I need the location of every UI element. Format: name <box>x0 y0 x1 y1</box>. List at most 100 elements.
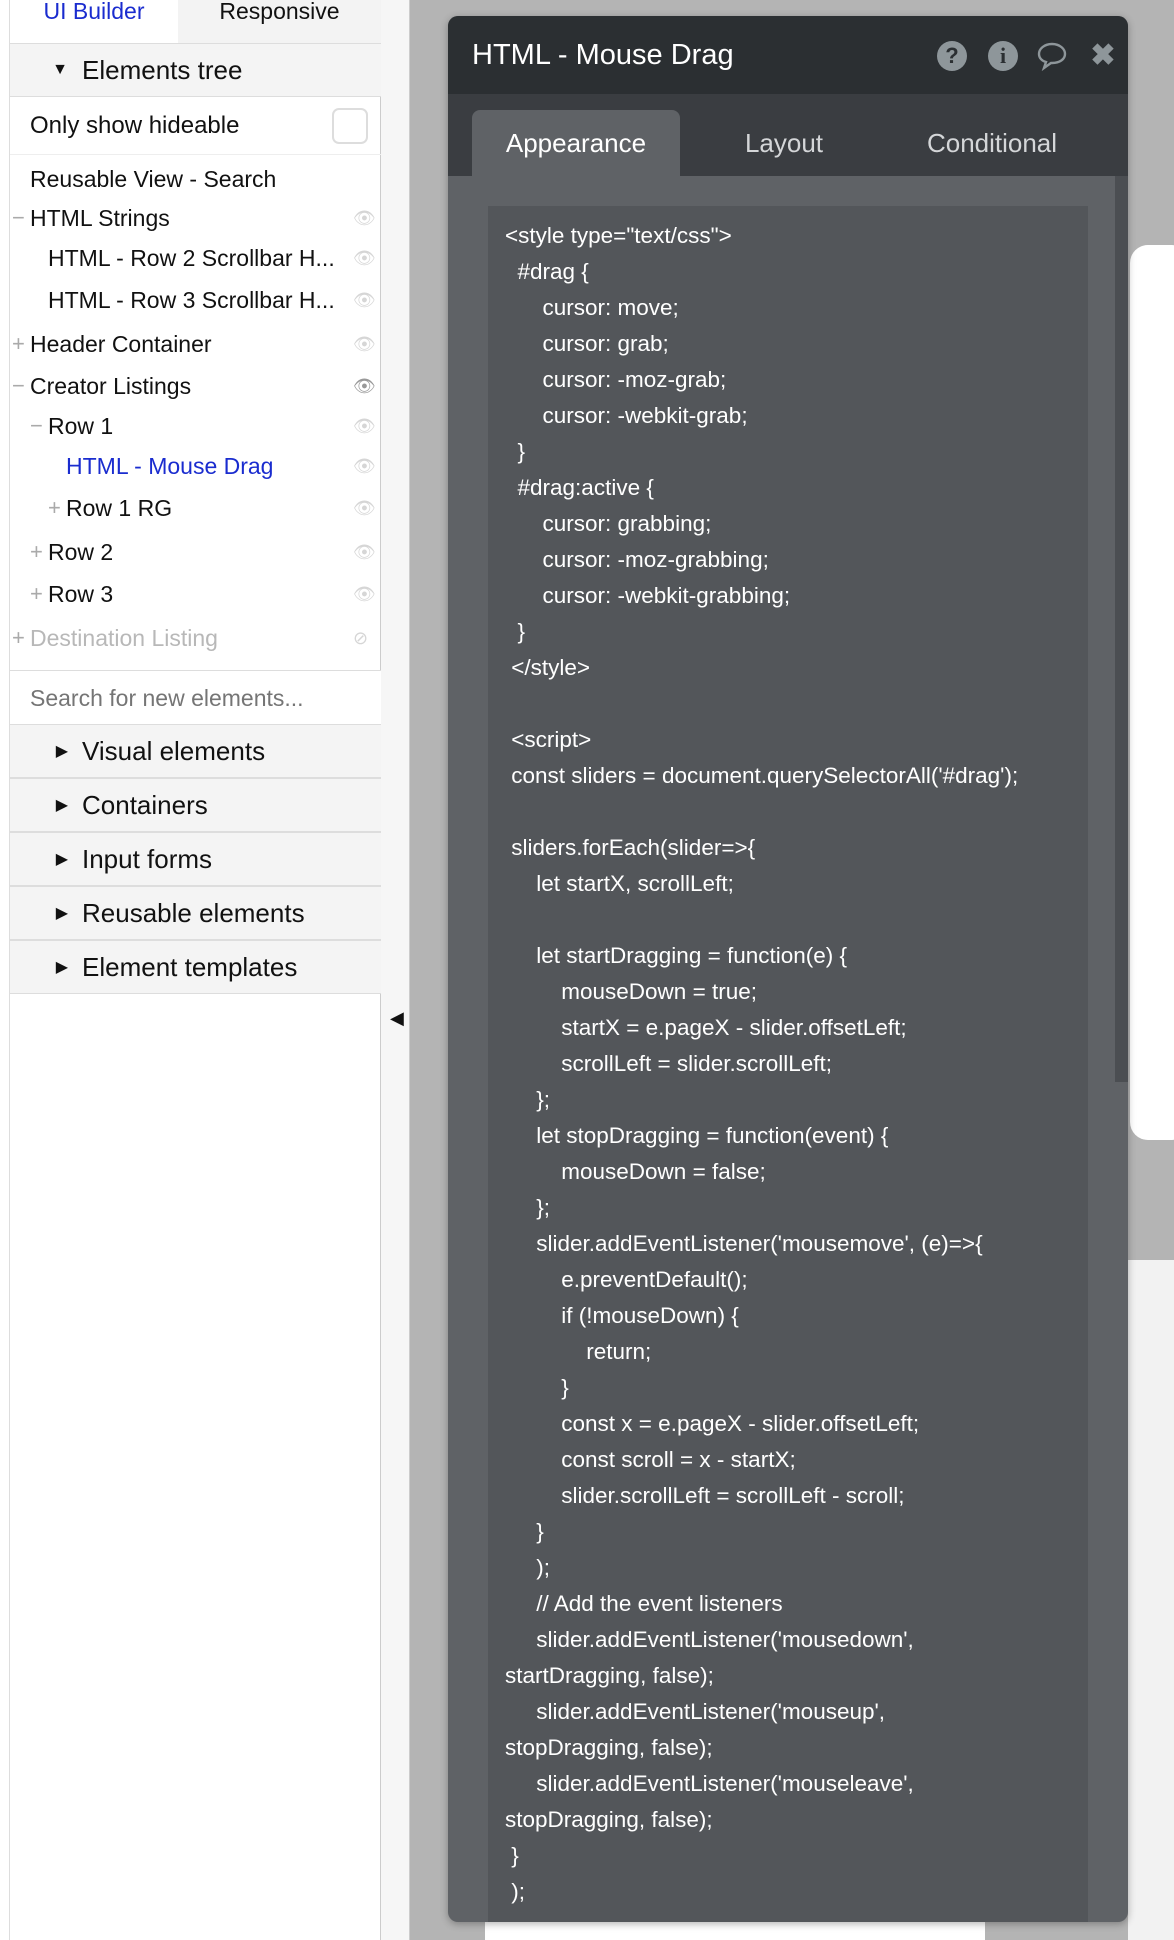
section-reusable-elements[interactable]: ▶ Reusable elements <box>10 886 381 940</box>
canvas-panel <box>1130 245 1174 1140</box>
tree-item-label: HTML - Row 3 Scrollbar H... <box>48 287 335 313</box>
tree-item[interactable]: + Row 2 👁 <box>10 533 381 571</box>
tab-responsive[interactable]: Responsive <box>178 0 381 43</box>
tree-item-label: Destination Listing <box>30 625 218 651</box>
tree-item[interactable]: + Row 1 RG 👁 <box>10 489 381 527</box>
info-icon[interactable]: i <box>988 41 1018 71</box>
code-line: slider.scrollLeft = scrollLeft - scroll; <box>505 1483 905 1508</box>
expand-icon[interactable]: + <box>30 575 43 613</box>
expand-icon[interactable]: + <box>12 325 25 363</box>
eye-icon[interactable]: 👁 <box>353 367 376 405</box>
tree-item[interactable]: + Header Container 👁 <box>10 325 381 363</box>
tab-layout[interactable]: Layout <box>680 110 888 176</box>
code-line: stopDragging, false); <box>505 1735 713 1760</box>
tree-item-label: Row 1 RG <box>66 495 173 521</box>
section-input-forms[interactable]: ▶ Input forms <box>10 832 381 886</box>
code-line: slider.addEventListener('mouseup', <box>505 1699 886 1724</box>
property-editor-header[interactable]: HTML - Mouse Drag ? i ✖ <box>448 16 1128 94</box>
only-show-hideable-row: Only show hideable <box>10 97 381 155</box>
tree-item[interactable]: Reusable View - Search <box>10 160 381 198</box>
tree-item[interactable]: − Row 1 👁 <box>10 407 381 445</box>
code-line: cursor: -webkit-grabbing; <box>505 583 791 608</box>
tree-item[interactable]: HTML - Mouse Drag 👁 <box>10 447 381 485</box>
tree-item[interactable]: − HTML Strings 👁 <box>10 199 381 237</box>
tree-item[interactable]: HTML - Row 2 Scrollbar H... 👁 <box>10 239 381 277</box>
code-line: cursor: -webkit-grab; <box>505 403 748 428</box>
code-line: stopDragging, false); <box>505 1807 713 1832</box>
code-line: slider.addEventListener('mouseleave', <box>505 1771 914 1796</box>
code-line: const sliders = document.querySelectorAl… <box>505 763 1019 788</box>
code-line: sliders.forEach(slider=>{ <box>505 835 756 860</box>
only-show-hideable-label: Only show hideable <box>30 112 240 139</box>
collapse-icon[interactable]: − <box>30 407 43 445</box>
caret-right-icon: ▶ <box>55 797 68 814</box>
tree-item-label: HTML - Row 2 Scrollbar H... <box>48 245 335 271</box>
code-line: <script> <box>505 727 592 752</box>
eye-icon[interactable]: 👁 <box>353 199 376 237</box>
eye-icon[interactable]: 👁 <box>353 575 376 613</box>
code-line: }; <box>505 1195 551 1220</box>
only-show-hideable-checkbox[interactable] <box>332 108 368 144</box>
section-label: Reusable elements <box>82 897 305 928</box>
code-line: let stopDragging = function(event) { <box>505 1123 889 1148</box>
caret-right-icon: ▶ <box>55 851 68 868</box>
tree-item[interactable]: + Row 3 👁 <box>10 575 381 613</box>
eye-icon[interactable]: 👁 <box>353 239 376 277</box>
code-line: cursor: -moz-grab; <box>505 367 727 392</box>
tab-appearance[interactable]: Appearance <box>472 110 680 176</box>
section-containers[interactable]: ▶ Containers <box>10 778 381 832</box>
close-icon[interactable]: ✖ <box>1088 41 1118 71</box>
property-editor-scrollbar[interactable] <box>1115 176 1128 1082</box>
section-element-templates[interactable]: ▶ Element templates <box>10 940 381 994</box>
tree-item[interactable]: − Creator Listings 👁 <box>10 367 381 405</box>
tab-ui-builder[interactable]: UI Builder <box>10 0 178 43</box>
eye-icon[interactable]: 👁 <box>353 407 376 445</box>
code-line: cursor: grabbing; <box>505 511 712 536</box>
expand-icon[interactable]: + <box>30 533 43 571</box>
tree-item-label: Row 3 <box>48 581 114 607</box>
property-editor-title: HTML - Mouse Drag <box>472 39 734 71</box>
expand-icon[interactable]: + <box>48 489 61 527</box>
tree-item[interactable]: HTML - Row 3 Scrollbar H... 👁 <box>10 281 381 319</box>
code-line: scrollLeft = slider.scrollLeft; <box>505 1051 832 1076</box>
section-label: Element templates <box>82 951 298 982</box>
eye-icon[interactable]: 👁 <box>353 489 376 527</box>
code-line: mouseDown = true; <box>505 979 757 1004</box>
comment-icon[interactable] <box>1036 41 1067 72</box>
collapse-icon[interactable]: − <box>12 367 25 405</box>
code-line: } <box>505 619 526 644</box>
elements-tree-header[interactable]: ▼ Elements tree <box>10 43 381 97</box>
collapse-panel-icon[interactable]: ◀ <box>390 1008 404 1029</box>
caret-down-icon: ▼ <box>52 61 68 78</box>
section-visual-elements[interactable]: ▶ Visual elements <box>10 724 381 778</box>
code-line: return; <box>505 1339 652 1364</box>
collapse-icon[interactable]: − <box>12 199 25 237</box>
tree-item-label: Row 1 <box>48 413 114 439</box>
help-icon[interactable]: ? <box>937 41 967 71</box>
code-line: let startX, scrollLeft; <box>505 871 734 896</box>
code-line: <style type="text/css"> <box>505 223 732 248</box>
html-code-editor[interactable]: <style type="text/css"> #drag { cursor: … <box>488 206 1088 1922</box>
expand-icon[interactable]: + <box>12 619 25 657</box>
code-line: #drag:active { <box>505 475 654 500</box>
code-line: const x = e.pageX - slider.offsetLeft; <box>505 1411 920 1436</box>
code-line: cursor: grab; <box>505 331 669 356</box>
eye-icon[interactable]: 👁 <box>353 281 376 319</box>
eye-icon[interactable]: 👁 <box>353 533 376 571</box>
code-line: startX = e.pageX - slider.offsetLeft; <box>505 1015 907 1040</box>
code-line: ); <box>505 1879 525 1904</box>
tab-conditional[interactable]: Conditional <box>888 110 1096 176</box>
search-elements-input[interactable] <box>10 670 381 724</box>
hidden-eye-icon[interactable]: ⊘ <box>353 619 368 657</box>
tree-item[interactable]: + Destination Listing ⊘ <box>10 619 381 657</box>
code-line: slider.addEventListener('mousedown', <box>505 1627 914 1652</box>
code-line: startDragging, false); <box>505 1663 714 1688</box>
canvas-strip <box>1128 1260 1174 1940</box>
left-edge <box>0 0 10 1940</box>
eye-icon[interactable]: 👁 <box>353 325 376 363</box>
eye-icon[interactable]: 👁 <box>353 447 376 485</box>
code-line: const scroll = x - startX; <box>505 1447 796 1472</box>
code-line: if (!mouseDown) { <box>505 1303 739 1328</box>
